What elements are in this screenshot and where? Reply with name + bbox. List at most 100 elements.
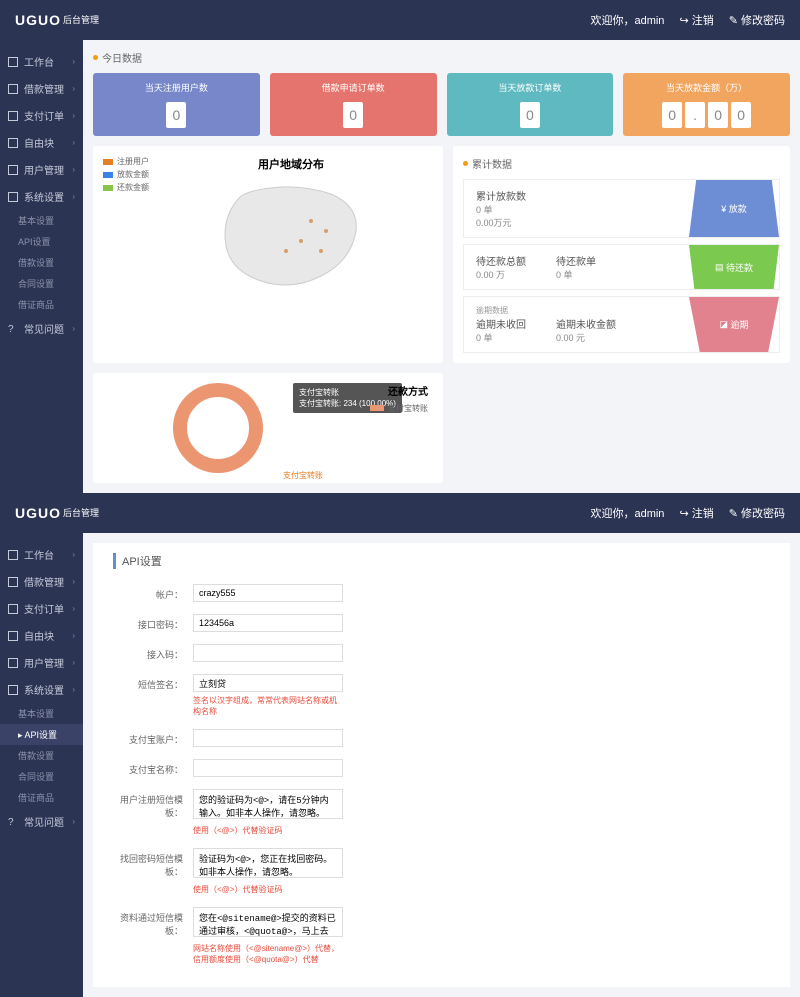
cumulative-title: 累计数据 (463, 156, 780, 171)
sidebar-sub-api[interactable]: ▸ API设置 (0, 724, 83, 745)
sidebar-item-free[interactable]: 自由块› (0, 622, 83, 649)
card-register: 当天注册用户数 0 (93, 73, 260, 136)
list-icon: ▤ (715, 262, 724, 273)
digit: . (685, 102, 705, 128)
chevron-right-icon: › (72, 111, 75, 120)
digit: 0 (662, 102, 682, 128)
grid-icon (8, 138, 18, 148)
card-lend: 当天放款订单数 0 (447, 73, 614, 136)
hint: 签名以汉字组成，常常代表网站名称或机构名称 (193, 695, 343, 717)
sidebar-item-faq[interactable]: ?常见问题› (0, 315, 83, 342)
grid-icon (8, 165, 18, 175)
chevron-right-icon: › (72, 138, 75, 147)
digit: 0 (708, 102, 728, 128)
change-password-link[interactable]: ✎ 修改密码 (729, 12, 785, 28)
digit: 0 (166, 102, 186, 128)
grid-icon (8, 604, 18, 614)
grid-icon (8, 111, 18, 121)
api-form: API设置 帐户： 接口密码： 接入码： 短信签名： (93, 543, 790, 987)
topbar: UGUO 后台管理 欢迎你，admin ↪ 注销 ✎ 修改密码 (0, 0, 800, 40)
hint: 使用（<@>）代替验证码 (193, 884, 343, 895)
sidebar-sub-product[interactable]: 借证商品 (0, 294, 83, 315)
grid-icon (8, 577, 18, 587)
sidebar-sub-basic[interactable]: 基本设置 (0, 210, 83, 231)
sidebar-sub-basic[interactable]: 基本设置 (0, 703, 83, 724)
map-legend: 注册用户 放款金额 还款金额 (103, 156, 149, 309)
card-title: 当天放款金额（万） (631, 81, 782, 94)
question-icon: ? (8, 324, 18, 334)
sidebar-item-system[interactable]: 系统设置› (0, 676, 83, 703)
sidebar-item-pay[interactable]: 支付订单› (0, 102, 83, 129)
dot-icon (93, 55, 98, 60)
dot-icon (463, 161, 468, 166)
legend-swatch (103, 185, 113, 191)
logout-link[interactable]: ↪ 注销 (679, 12, 713, 28)
approve-sms-input[interactable] (193, 907, 343, 937)
sidebar-item-loan[interactable]: 借款管理› (0, 75, 83, 102)
sidebar-sub-contract[interactable]: 合同设置 (0, 766, 83, 787)
sidebar-item-faq[interactable]: ?常见问题› (0, 808, 83, 835)
chevron-right-icon: › (72, 84, 75, 93)
register-sms-input[interactable] (193, 789, 343, 819)
form-title: API设置 (113, 553, 770, 569)
digit: 0 (343, 102, 363, 128)
stat-overdue: 逾期数据 逾期未收回0 单 逾期未收金额0.00 元 ◪ 逾期 (463, 296, 780, 353)
wallet-icon: ◪ (719, 319, 728, 330)
change-password-link[interactable]: ✎ 修改密码 (729, 505, 785, 521)
sidebar-item-system[interactable]: 系统设置› (0, 183, 83, 210)
china-map[interactable] (149, 176, 433, 306)
password-input[interactable] (193, 614, 343, 632)
donut-caption: 支付宝转账 (283, 470, 323, 481)
overdue-badge: ◪ 逾期 (689, 297, 779, 352)
grid-icon (8, 658, 18, 668)
stat-cards: 当天注册用户数 0 借款申请订单数 0 当天放款订单数 0 当天放款金额（万） … (93, 73, 790, 136)
grid-icon (8, 84, 18, 94)
sidebar-item-pay[interactable]: 支付订单› (0, 595, 83, 622)
row-password: 接口密码： (113, 614, 770, 632)
brand-main: UGUO (15, 12, 61, 28)
sidebar-sub-loan[interactable]: 借款设置 (0, 745, 83, 766)
stat-pending: 待还款总额0.00 万 待还款单0 单 ▤ 待还款 (463, 244, 780, 290)
chevron-right-icon: › (72, 192, 75, 201)
hint: 使用（<@>）代替验证码 (193, 825, 343, 836)
access-input[interactable] (193, 644, 343, 662)
sidebar-item-free[interactable]: 自由块› (0, 129, 83, 156)
alipay-account-input[interactable] (193, 729, 343, 747)
recover-sms-input[interactable] (193, 848, 343, 878)
grid-icon (8, 192, 18, 202)
logout-link[interactable]: ↪ 注销 (679, 505, 713, 521)
topbar: UGUO 后台管理 欢迎你，admin ↪ 注销 ✎ 修改密码 (0, 493, 800, 533)
brand-sub: 后台管理 (63, 16, 99, 25)
chevron-right-icon: › (72, 324, 75, 333)
row-recover-sms: 找回密码短信模板： 使用（<@>）代替验证码 (113, 848, 770, 895)
repay-legend: 支付宝转账 (370, 403, 428, 414)
sidebar: 工作台› 借款管理› 支付订单› 自由块› 用户管理› 系统设置› 基本设置 ▸… (0, 533, 83, 997)
alipay-name-input[interactable] (193, 759, 343, 777)
card-amount: 当天放款金额（万） 0 . 0 0 (623, 73, 790, 136)
map-title: 用户地域分布 (149, 156, 433, 172)
pending-badge: ▤ 待还款 (689, 245, 779, 289)
sidebar-item-user[interactable]: 用户管理› (0, 649, 83, 676)
cumulative-panel: 累计数据 累计放款数 0 单 0.00万元 ¥ 放款 待还款总额0.00 万 待… (453, 146, 790, 363)
sidebar-sub-api[interactable]: API设置 (0, 231, 83, 252)
sidebar-item-loan[interactable]: 借款管理› (0, 568, 83, 595)
logo: UGUO 后台管理 (15, 12, 99, 28)
sidebar-item-workbench[interactable]: 工作台› (0, 541, 83, 568)
row-alipay-account: 支付宝账户： (113, 729, 770, 747)
donut-chart[interactable] (173, 383, 263, 473)
card-apply: 借款申请订单数 0 (270, 73, 437, 136)
account-input[interactable] (193, 584, 343, 602)
sidebar-sub-product[interactable]: 借证商品 (0, 787, 83, 808)
sidebar-sub-contract[interactable]: 合同设置 (0, 273, 83, 294)
card-title: 当天注册用户数 (101, 81, 252, 94)
sidebar-sub-loan[interactable]: 借款设置 (0, 252, 83, 273)
topbar-right: 欢迎你，admin ↪ 注销 ✎ 修改密码 (590, 12, 785, 28)
sign-input[interactable] (193, 674, 343, 692)
chevron-right-icon: › (72, 57, 75, 66)
digit: 0 (731, 102, 751, 128)
sidebar-item-workbench[interactable]: 工作台› (0, 48, 83, 75)
legend-swatch (103, 172, 113, 178)
question-icon: ? (8, 817, 18, 827)
sidebar-item-user[interactable]: 用户管理› (0, 156, 83, 183)
row-account: 帐户： (113, 584, 770, 602)
